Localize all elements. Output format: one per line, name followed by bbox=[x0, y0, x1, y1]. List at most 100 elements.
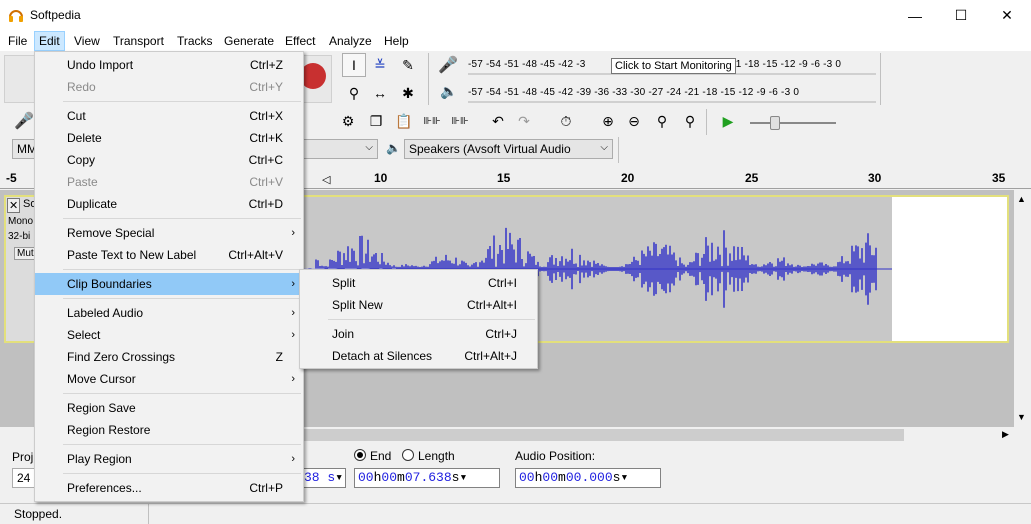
sync-lock-button[interactable]: ⏱ bbox=[554, 109, 578, 133]
vertical-scrollbar[interactable]: ▲ ▼ bbox=[1014, 190, 1031, 427]
menu-move-cursor[interactable]: Move Cursor › bbox=[35, 368, 303, 390]
menu-generate[interactable]: Generate bbox=[220, 31, 278, 51]
menu-paste[interactable]: Paste Ctrl+V bbox=[35, 171, 303, 193]
menu-split-new[interactable]: Split New Ctrl+Alt+I bbox=[300, 294, 537, 316]
double-arrow-icon: ↔ bbox=[373, 85, 387, 101]
zoom-out-button[interactable]: ⊖ bbox=[622, 109, 646, 133]
silence-icon: ⚙ bbox=[341, 112, 355, 129]
menu-view[interactable]: View bbox=[70, 31, 104, 51]
menu-join[interactable]: Join Ctrl+J bbox=[300, 323, 537, 345]
audio-position-time[interactable]: 00h00m00.000s▾ bbox=[515, 468, 661, 488]
track-control-panel[interactable]: ✕ So Mono 32-bi Mut bbox=[6, 197, 37, 341]
monitoring-tooltip: Click to Start Monitoring bbox=[611, 58, 736, 74]
silence-audio-icon: ⊪⊪ bbox=[451, 115, 469, 127]
selection-end-time[interactable]: 00h00m07.638s▾ bbox=[354, 468, 500, 488]
asterisk-icon: ✱ bbox=[402, 84, 414, 101]
clip-boundaries-submenu: Split Ctrl+I Split New Ctrl+Alt+I Join Ctrl… bbox=[299, 269, 538, 369]
play-speed-slider[interactable] bbox=[750, 122, 836, 124]
menu-play-region[interactable]: Play Region › bbox=[35, 448, 303, 470]
status-text: Stopped. bbox=[14, 507, 63, 521]
trim-button[interactable]: ⊪⊪ bbox=[420, 109, 444, 133]
stopwatch-icon: ⏱ bbox=[560, 112, 572, 129]
status-bar: Stopped. bbox=[0, 503, 1031, 524]
menu-region-save[interactable]: Region Save bbox=[35, 397, 303, 419]
menu-transport[interactable]: Transport bbox=[109, 31, 168, 51]
maximize-button[interactable]: ☐ bbox=[938, 0, 984, 31]
project-rate-label: Proj bbox=[12, 450, 34, 464]
speaker-icon[interactable]: 🔈 bbox=[440, 83, 457, 100]
play-speed-thumb[interactable] bbox=[770, 116, 780, 130]
submenu-arrow-icon: › bbox=[291, 373, 295, 385]
fit-project-button[interactable]: ⚲ bbox=[678, 109, 702, 133]
envelope-tool-button[interactable]: ≚ bbox=[368, 53, 392, 77]
undo-button[interactable]: ↶ bbox=[486, 109, 510, 133]
minimize-button[interactable]: — bbox=[892, 0, 938, 31]
multi-tool-button[interactable]: ✱ bbox=[396, 81, 420, 105]
draw-tool-button[interactable]: ✎ bbox=[396, 53, 420, 77]
zoom-in-button[interactable]: ⊕ bbox=[596, 109, 620, 133]
output-device-select[interactable]: Speakers (Avsoft Virtual Audio ⌵ bbox=[404, 139, 613, 159]
menu-paste-text-to-new-label[interactable]: Paste Text to New Label Ctrl+Alt+V bbox=[35, 244, 303, 266]
submenu-arrow-icon: › bbox=[291, 329, 295, 341]
menu-delete[interactable]: Delete Ctrl+K bbox=[35, 127, 303, 149]
menu-redo[interactable]: Redo Ctrl+Y bbox=[35, 76, 303, 98]
ruler-tick: 10 bbox=[374, 171, 388, 185]
menu-split[interactable]: Split Ctrl+I bbox=[300, 272, 537, 294]
menu-region-restore[interactable]: Region Restore bbox=[35, 419, 303, 441]
audio-host-select[interactable]: MM bbox=[12, 139, 36, 159]
menu-remove-special[interactable]: Remove Special › bbox=[35, 222, 303, 244]
menu-undo-import[interactable]: Undo Import Ctrl+Z bbox=[35, 54, 303, 76]
menu-select[interactable]: Select › bbox=[35, 324, 303, 346]
redo-icon: ↷ bbox=[518, 112, 530, 129]
play-at-speed-button[interactable]: ▶ bbox=[716, 109, 740, 133]
submenu-arrow-icon: › bbox=[291, 307, 295, 319]
menu-analyze[interactable]: Analyze bbox=[325, 31, 376, 51]
selection-tool-button[interactable]: I bbox=[342, 53, 366, 77]
menu-effect[interactable]: Effect bbox=[281, 31, 319, 51]
scroll-right-arrow[interactable]: ▶ bbox=[1002, 429, 1009, 440]
track-close-button[interactable]: ✕ bbox=[7, 198, 21, 213]
menu-file[interactable]: File bbox=[4, 31, 31, 51]
horizontal-scroll-thumb[interactable] bbox=[300, 429, 904, 441]
paste-icon: 📋 bbox=[395, 112, 413, 129]
submenu-arrow-icon: › bbox=[291, 227, 295, 239]
fit-selection-button[interactable]: ⚲ bbox=[650, 109, 674, 133]
menu-cut[interactable]: Cut Ctrl+X bbox=[35, 105, 303, 127]
selection-start-time[interactable]: 38 s▾ bbox=[300, 468, 346, 488]
menu-clip-boundaries[interactable]: Clip Boundaries › bbox=[35, 273, 303, 295]
ruler-tick: 35 bbox=[992, 171, 1006, 185]
timeshift-tool-button[interactable]: ↔ bbox=[368, 81, 392, 105]
playback-meter[interactable]: -57 -54 -51 -48 -45 -42 -39 -36 -33 -30 … bbox=[468, 83, 876, 105]
silence-audio-button[interactable]: ⊪⊪ bbox=[448, 109, 472, 133]
ruler-tick: 20 bbox=[621, 171, 635, 185]
silence-button[interactable]: ⚙ bbox=[336, 109, 360, 133]
menu-copy[interactable]: Copy Ctrl+C bbox=[35, 149, 303, 171]
headphones-icon bbox=[9, 10, 23, 22]
copy-tool-button[interactable]: ❐ bbox=[364, 109, 388, 133]
menu-preferences[interactable]: Preferences... Ctrl+P bbox=[35, 477, 303, 499]
fit-selection-icon: ⚲ bbox=[656, 112, 668, 129]
menu-edit[interactable]: Edit bbox=[34, 31, 65, 51]
menu-help[interactable]: Help bbox=[380, 31, 413, 51]
input-device-select[interactable]: ⌵ bbox=[300, 139, 378, 159]
copy-icon: ❐ bbox=[369, 112, 383, 129]
menu-find-zero-crossings[interactable]: Find Zero Crossings Z bbox=[35, 346, 303, 368]
redo-button[interactable]: ↷ bbox=[512, 109, 536, 133]
microphone-icon[interactable]: 🎤 bbox=[438, 55, 458, 75]
zoom-in-icon: ⊕ bbox=[602, 112, 614, 129]
menu-labeled-audio[interactable]: Labeled Audio › bbox=[35, 302, 303, 324]
magnifier-icon: ⚲ bbox=[348, 84, 360, 101]
trim-icon: ⊪⊪ bbox=[423, 115, 441, 127]
zoom-tool-button[interactable]: ⚲ bbox=[342, 81, 366, 105]
track-info-channels: Mono bbox=[8, 216, 34, 227]
end-radio[interactable] bbox=[354, 449, 366, 461]
project-rate-select[interactable]: 24 bbox=[12, 468, 36, 488]
menu-detach-at-silences[interactable]: Detach at Silences Ctrl+Alt+J bbox=[300, 345, 537, 367]
paste-tool-button[interactable]: 📋 bbox=[392, 109, 416, 133]
close-button[interactable]: ✕ bbox=[984, 0, 1030, 31]
length-radio[interactable] bbox=[402, 449, 414, 461]
menu-tracks[interactable]: Tracks bbox=[173, 31, 217, 51]
playback-meter-ticks: -57 -54 -51 -48 -45 -42 -39 -36 -33 -30 … bbox=[468, 87, 800, 98]
ruler-tick: -5 bbox=[6, 171, 17, 185]
menu-duplicate[interactable]: Duplicate Ctrl+D bbox=[35, 193, 303, 215]
